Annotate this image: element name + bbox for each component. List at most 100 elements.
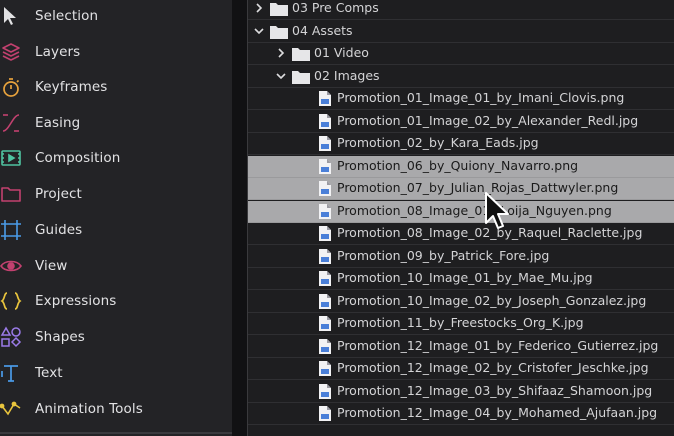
sidebar-item-label: Animation Tools <box>35 401 143 417</box>
sidebar-item-composition[interactable]: Composition <box>0 143 232 173</box>
text-icon <box>0 362 22 384</box>
tree-folder-row[interactable]: 04 Assets <box>248 21 674 43</box>
tree-row-label: 03 Pre Comps <box>292 0 379 15</box>
sidebar-item-label: Guides <box>35 222 83 238</box>
tree-row-label: Promotion_10_Image_01_by_Mae_Mu.jpg <box>337 270 593 285</box>
sidebar-item-shapes[interactable]: Shapes <box>0 322 232 352</box>
folder-icon <box>270 2 288 16</box>
tree-file-row[interactable]: Promotion_10_Image_02_by_Joseph_Gonzalez… <box>248 291 674 313</box>
sidebar-item-label: Easing <box>35 115 81 131</box>
image-file-icon <box>319 136 331 151</box>
tree-folder-row[interactable]: 03 Pre Comps <box>248 0 674 20</box>
image-file-icon <box>319 293 331 309</box>
sidebar-item-project[interactable]: Project <box>0 179 232 209</box>
image-file-icon <box>319 271 331 286</box>
sidebar-item-label: Expressions <box>35 293 117 309</box>
chevron-right-icon[interactable] <box>254 3 264 13</box>
tree-file-row[interactable]: Promotion_12_Image_01_by_Federico_Gutier… <box>248 336 674 358</box>
image-file-icon <box>319 338 331 354</box>
tree-row-label: 02 Images <box>314 67 380 83</box>
tree-row-label: Promotion_12_Image_03_by_Shifaaz_Shamoon… <box>337 382 653 398</box>
sidebar-item-label: Layers <box>35 44 81 60</box>
tree-row-label: 01 Video <box>314 45 369 60</box>
tree-row-label: Promotion_01_Image_02_by_Alexander_Redl.… <box>337 112 639 128</box>
tree-row-label: Promotion_10_Image_02_by_Joseph_Gonzalez… <box>337 292 647 308</box>
composition-icon <box>0 147 22 169</box>
image-file-icon <box>319 203 331 219</box>
tree-file-row[interactable]: Promotion_01_Image_01_by_Imani_Clovis.pn… <box>248 88 674 110</box>
tree-row-label: Promotion_02_by_Kara_Eads.jpg <box>337 135 539 150</box>
sidebar-item-view[interactable]: View <box>0 251 232 281</box>
tree-row-label: 04 Assets <box>292 22 353 38</box>
tree-row-label: Promotion_12_Image_02_by_Cristofer_Jesch… <box>337 360 649 375</box>
sidebar-item-label: Composition <box>35 150 121 166</box>
sidebar-item-guides[interactable]: Guides <box>0 215 232 245</box>
tree-row-label: Promotion_11_by_Freestocks_Org_K.jpg <box>337 315 584 330</box>
eye-icon <box>0 255 22 277</box>
tree-row-label: Promotion_07_by_Julian_Rojas_Dattwyler.p… <box>337 180 619 195</box>
tree-file-row[interactable]: Promotion_12_Image_03_by_Shifaaz_Shamoon… <box>248 381 674 403</box>
folder-icon <box>292 70 310 84</box>
tree-file-row[interactable]: Promotion_12_Image_02_by_Cristofer_Jesch… <box>248 358 674 380</box>
sidebar-item-selection[interactable]: Selection <box>0 1 232 31</box>
stopwatch-icon <box>0 76 22 98</box>
braces-icon <box>0 290 22 312</box>
sidebar-item-animation-tools[interactable]: Animation Tools <box>0 394 232 424</box>
easing-curve-icon <box>0 112 22 134</box>
animation-tools-icon <box>0 398 22 420</box>
sidebar-item-keyframes[interactable]: Keyframes <box>0 72 232 102</box>
tree-file-row[interactable]: Promotion_02_by_Kara_Eads.jpg <box>248 133 674 155</box>
tree-file-row[interactable]: Promotion_08_Image_01_ Loija_Nguyen.png <box>248 200 674 223</box>
tree-file-row[interactable]: Promotion_11_by_Freestocks_Org_K.jpg <box>248 313 674 335</box>
sidebar-item-label: Selection <box>35 8 99 24</box>
chevron-down-icon[interactable] <box>254 26 264 36</box>
tree-file-row[interactable]: Promotion_06_by_Quiony_Navarro.png <box>248 155 674 178</box>
folder-icon <box>270 25 288 39</box>
tree-row-label: Promotion_08_Image_01_ Loija_Nguyen.png <box>337 202 612 218</box>
sidebar-item-label: View <box>35 258 68 274</box>
sidebar-item-label: Keyframes <box>35 79 108 95</box>
tree-file-row[interactable]: Promotion_09_by_Patrick_Fore.jpg <box>248 246 674 268</box>
image-file-icon <box>319 226 331 241</box>
guides-icon <box>0 219 22 241</box>
tree-row-label: Promotion_12_Image_04_by_Mohamed_Ajufaan… <box>337 405 658 420</box>
sidebar-divider <box>0 432 232 434</box>
image-file-icon <box>319 383 331 399</box>
tree-row-label: Promotion_01_Image_01_by_Imani_Clovis.pn… <box>337 90 625 105</box>
sidebar-item-text[interactable]: Text <box>0 358 232 388</box>
tree-file-row[interactable]: Promotion_12_Image_04_by_Mohamed_Ajufaan… <box>248 403 674 425</box>
sidebar-item-easing[interactable]: Easing <box>0 108 232 138</box>
image-file-icon <box>319 113 331 129</box>
sidebar-item-label: Text <box>35 365 63 381</box>
tree-file-row[interactable]: Promotion_07_by_Julian_Rojas_Dattwyler.p… <box>248 178 674 200</box>
tree-folder-row[interactable]: 01 Video <box>248 43 674 65</box>
tree-file-row[interactable]: Promotion_01_Image_02_by_Alexander_Redl.… <box>248 111 674 133</box>
shapes-icon <box>0 326 22 348</box>
selection-icon <box>0 5 22 27</box>
image-file-icon <box>319 361 331 376</box>
image-file-icon <box>319 91 331 106</box>
sidebar-item-layers[interactable]: Layers <box>0 37 232 67</box>
tree-row-label: Promotion_08_Image_02_by_Raquel_Raclette… <box>337 225 643 240</box>
image-file-icon <box>319 316 331 331</box>
sidebar-item-label: Shapes <box>35 329 85 345</box>
tree-file-row[interactable]: Promotion_08_Image_02_by_Raquel_Raclette… <box>248 223 674 245</box>
tree-row-label: Promotion_12_Image_01_by_Federico_Gutier… <box>337 337 659 353</box>
folder-icon <box>292 47 310 61</box>
sidebar-item-label: Project <box>35 186 82 202</box>
image-file-icon <box>319 158 331 174</box>
tree-row-label: Promotion_06_by_Quiony_Navarro.png <box>337 157 579 173</box>
panel-gutter <box>232 0 248 436</box>
image-file-icon <box>319 406 331 421</box>
tree-row-label: Promotion_09_by_Patrick_Fore.jpg <box>337 247 550 263</box>
image-file-icon <box>319 248 331 264</box>
tree-folder-row[interactable]: 02 Images <box>248 66 674 88</box>
chevron-down-icon[interactable] <box>276 71 286 81</box>
layers-icon <box>0 41 22 63</box>
chevron-right-icon[interactable] <box>276 48 286 58</box>
image-file-icon <box>319 181 331 196</box>
sidebar-item-expressions[interactable]: Expressions <box>0 286 232 316</box>
tree-file-row[interactable]: Promotion_10_Image_01_by_Mae_Mu.jpg <box>248 268 674 290</box>
sidebar: Selection Layers Keyframes Easing Compos… <box>0 0 232 436</box>
project-tree: 03 Pre Comps 04 Assets 01 Video 02 Images Pr… <box>248 0 674 436</box>
